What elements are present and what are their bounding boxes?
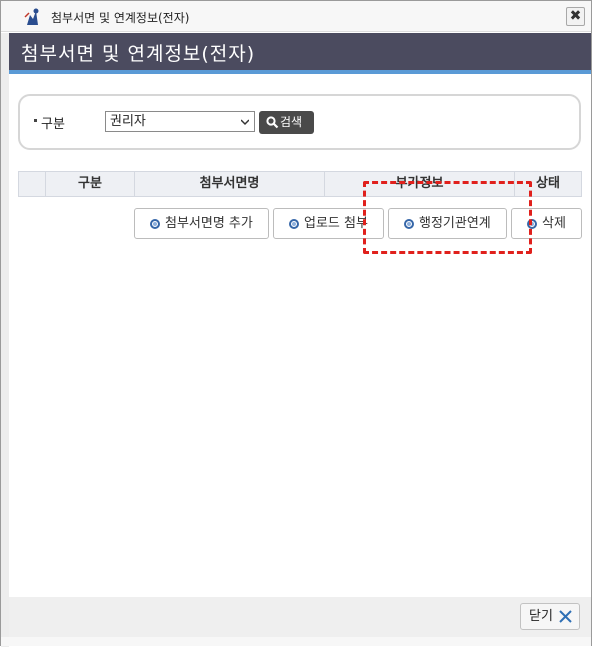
close-button-label: 닫기 <box>529 609 553 624</box>
delete-button[interactable]: 삭제 <box>511 208 582 239</box>
close-icon <box>559 610 572 623</box>
admin-agency-link-button[interactable]: 행정기관연계 <box>388 208 507 239</box>
chevron-down-icon <box>241 119 249 126</box>
column-header-checkbox <box>19 172 46 196</box>
footer-bottom-edge <box>1 637 591 646</box>
radio-dot-icon <box>150 219 160 229</box>
close-icon: ✖ <box>569 8 582 24</box>
radio-dot-icon <box>404 219 414 229</box>
left-edge <box>1 33 9 647</box>
table-header: 구분 첨부서면명 부가정보 상태 <box>18 171 582 197</box>
radio-dot-icon <box>289 219 299 229</box>
column-header-attachment-name: 첨부서면명 <box>135 172 325 196</box>
bullet-icon <box>34 119 37 122</box>
upload-attachment-label: 업로드 첨부 <box>304 216 368 231</box>
column-header-status: 상태 <box>536 176 560 191</box>
search-button[interactable]: 검색 <box>259 111 314 134</box>
search-button-label: 검색 <box>280 115 303 129</box>
search-icon <box>266 116 279 129</box>
column-header-additional-info: 부가정보 <box>325 172 515 196</box>
window-close-button[interactable]: ✖ <box>566 7 585 26</box>
popup-window: 첨부서면 및 연계정보(전자) ✖ 첨부서면 및 연계정보(전자) 구분 권리자… <box>0 0 592 647</box>
page-title: 첨부서면 및 연계정보(전자) <box>21 43 256 65</box>
footer-bar <box>9 597 591 637</box>
delete-label: 삭제 <box>542 216 566 231</box>
search-label: 구분 <box>41 117 65 132</box>
category-select-value: 권리자 <box>110 114 146 129</box>
title-bar: 첨부서면 및 연계정보(전자) ✖ <box>1 1 591 32</box>
admin-agency-link-label: 행정기관연계 <box>419 216 491 231</box>
window-title: 첨부서면 및 연계정보(전자) <box>51 11 190 25</box>
upload-attachment-button[interactable]: 업로드 첨부 <box>273 208 384 239</box>
add-attachment-button[interactable]: 첨부서면명 추가 <box>134 208 269 239</box>
close-button[interactable]: 닫기 <box>520 603 580 630</box>
app-logo-icon <box>24 8 39 25</box>
radio-dot-icon <box>527 219 537 229</box>
add-attachment-label: 첨부서면명 추가 <box>165 216 253 231</box>
category-select[interactable]: 권리자 <box>105 111 255 132</box>
header-accent-line <box>9 70 591 74</box>
column-header-category: 구분 <box>46 172 135 196</box>
